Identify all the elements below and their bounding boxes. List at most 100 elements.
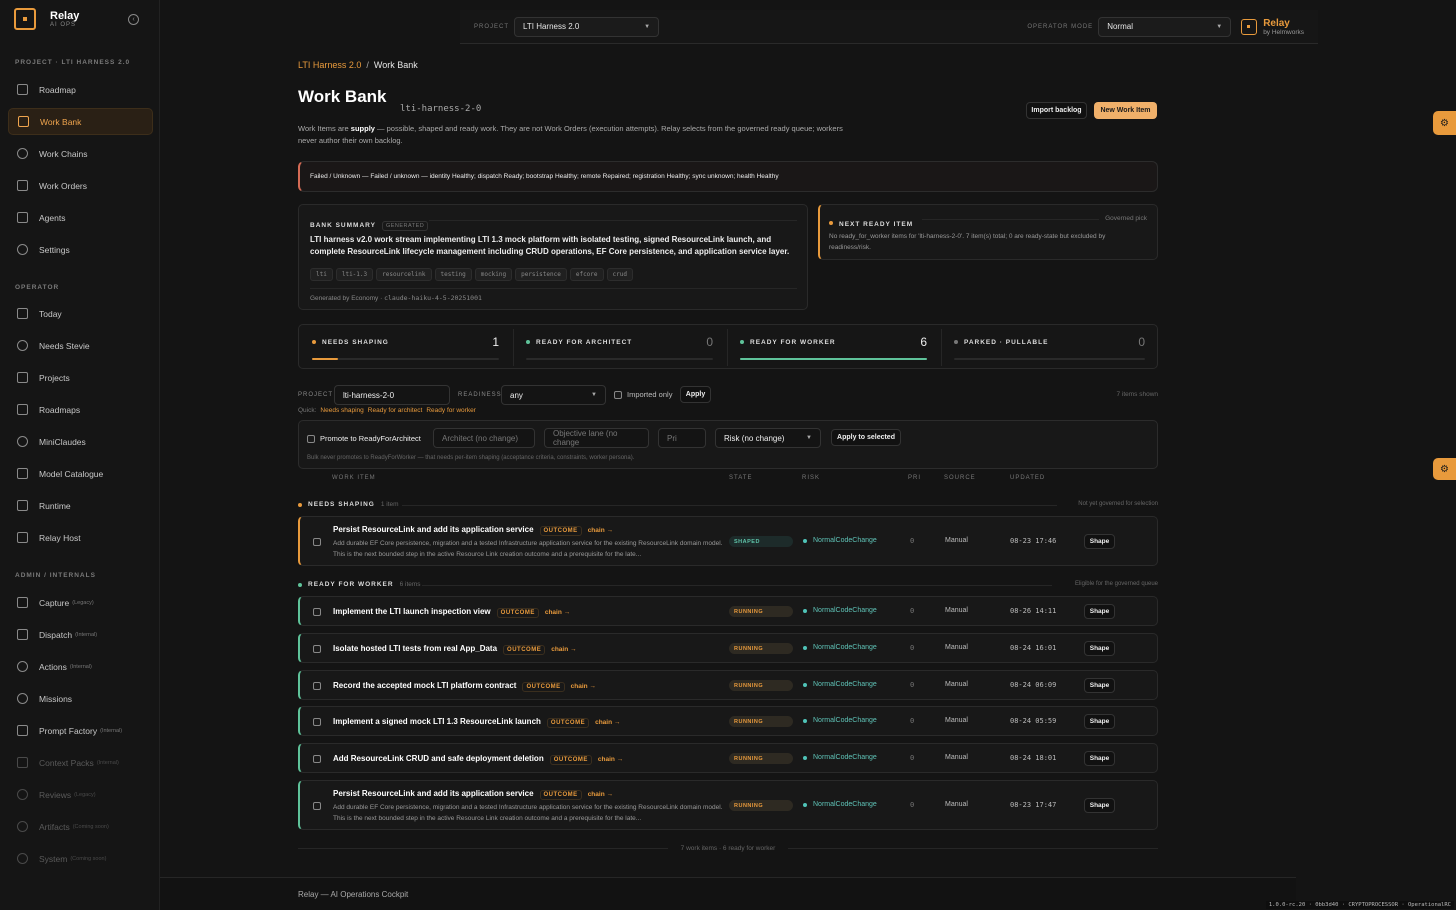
imported-only-checkbox[interactable]: Imported only bbox=[614, 390, 672, 399]
group-label: READY FOR WORKER bbox=[308, 581, 394, 588]
updated-value: 08-26 14:11 bbox=[1010, 607, 1057, 615]
new-work-item-button[interactable]: New Work Item bbox=[1094, 102, 1157, 119]
table-row[interactable]: Add ResourceLink CRUD and safe deploymen… bbox=[298, 743, 1158, 773]
sidebar-item-agents[interactable]: Agents bbox=[8, 204, 153, 231]
stat-needs-shaping[interactable]: NEEDS SHAPING 1 bbox=[299, 325, 513, 370]
filter-readiness-select[interactable]: any ▼ bbox=[501, 385, 606, 405]
sidebar-item-work-chains[interactable]: Work Chains bbox=[8, 140, 153, 167]
shape-button[interactable]: Shape bbox=[1084, 798, 1115, 813]
sidebar-collapse-icon[interactable]: ‹ bbox=[128, 14, 139, 25]
row-checkbox[interactable] bbox=[313, 755, 321, 763]
promote-checkbox[interactable]: Promote to ReadyForArchitect bbox=[307, 434, 421, 443]
sidebar-item-dispatch[interactable]: Dispatch (Internal) bbox=[8, 621, 153, 648]
settings-drawer-tab[interactable]: ⚙ bbox=[1433, 111, 1456, 135]
row-checkbox[interactable] bbox=[313, 718, 321, 726]
chain-link[interactable]: chain → bbox=[595, 719, 620, 726]
row-checkbox[interactable] bbox=[313, 682, 321, 690]
work-item-title[interactable]: Implement a signed mock LTI 1.3 Resource… bbox=[333, 717, 541, 726]
row-checkbox[interactable] bbox=[313, 538, 321, 546]
checkbox[interactable] bbox=[614, 390, 622, 399]
work-item-title[interactable]: Add ResourceLink CRUD and safe deploymen… bbox=[333, 754, 544, 763]
table-row[interactable]: Persist ResourceLink and add its applica… bbox=[298, 780, 1158, 830]
sidebar-item-needs-stevie[interactable]: Needs Stevie bbox=[8, 332, 153, 359]
secondary-drawer-tab[interactable]: ⚙ bbox=[1433, 458, 1456, 480]
column-header-updated: UPDATED bbox=[1010, 475, 1046, 481]
row-checkbox[interactable] bbox=[313, 645, 321, 653]
sidebar-item-prompt-factory[interactable]: Prompt Factory (Internal) bbox=[8, 717, 153, 744]
row-checkbox[interactable] bbox=[313, 802, 321, 810]
risk-select[interactable]: Risk (no change) ▼ bbox=[715, 428, 821, 448]
sidebar-item-model-catalogue[interactable]: Model Catalogue bbox=[8, 460, 153, 487]
shape-button[interactable]: Shape bbox=[1084, 641, 1115, 656]
checkbox[interactable] bbox=[307, 434, 315, 443]
sidebar-item-roadmaps[interactable]: Roadmaps bbox=[8, 396, 153, 423]
work-item-title[interactable]: Implement the LTI launch inspection view bbox=[333, 607, 491, 616]
sidebar-item-missions[interactable]: Missions bbox=[8, 685, 153, 712]
project-selector[interactable]: LTI Harness 2.0 ▼ bbox=[514, 16, 660, 37]
table-row[interactable]: Implement a signed mock LTI 1.3 Resource… bbox=[298, 706, 1158, 736]
row-checkbox[interactable] bbox=[313, 608, 321, 616]
chain-link[interactable]: chain → bbox=[551, 646, 576, 653]
stat-ready-for-architect[interactable]: READY FOR ARCHITECT 0 bbox=[513, 325, 727, 370]
sidebar-item-roadmap[interactable]: Roadmap bbox=[8, 76, 153, 103]
quick-filter-ready-for-worker[interactable]: Ready for worker bbox=[426, 407, 476, 414]
work-item-title[interactable]: Isolate hosted LTI tests from real App_D… bbox=[333, 644, 497, 653]
chain-link[interactable]: chain → bbox=[588, 527, 613, 534]
work-item-title[interactable]: Record the accepted mock LTI platform co… bbox=[333, 681, 516, 690]
operator-mode-selector[interactable]: Normal ▼ bbox=[1098, 16, 1232, 37]
sidebar-item-label: Dispatch bbox=[39, 629, 73, 640]
table-row[interactable]: Record the accepted mock LTI platform co… bbox=[298, 670, 1158, 700]
chain-link[interactable]: chain → bbox=[588, 791, 613, 798]
sidebar-item-label: MiniClaudes bbox=[39, 436, 86, 447]
risk-dot bbox=[803, 682, 807, 687]
import-backlog-button[interactable]: Import backlog bbox=[1026, 102, 1087, 119]
sidebar-item-work-bank[interactable]: Work Bank bbox=[8, 108, 153, 135]
filter-project-input[interactable]: lti-harness-2-0 bbox=[334, 385, 450, 405]
shape-button[interactable]: Shape bbox=[1084, 604, 1115, 619]
shape-button[interactable]: Shape bbox=[1084, 751, 1115, 766]
sidebar-item-actions[interactable]: Actions (Internal) bbox=[8, 653, 153, 680]
table-row[interactable]: Implement the LTI launch inspection view… bbox=[298, 596, 1158, 626]
clipboard-icon bbox=[17, 180, 28, 191]
outcome-badge: OUTCOME bbox=[546, 718, 590, 728]
sidebar-item-capture[interactable]: Capture (Legacy) bbox=[8, 589, 153, 616]
work-item-title[interactable]: Persist ResourceLink and add its applica… bbox=[333, 789, 534, 798]
topbar-brand[interactable]: Relay by Helmworks bbox=[1241, 18, 1304, 36]
chain-link[interactable]: chain → bbox=[571, 683, 596, 690]
sidebar-item-work-orders[interactable]: Work Orders bbox=[8, 172, 153, 199]
sidebar-item-tag: (Legacy) bbox=[72, 599, 94, 606]
priority-input[interactable]: Pri bbox=[658, 428, 706, 448]
apply-to-selected-button[interactable]: Apply to selected bbox=[831, 429, 901, 446]
sidebar-item-miniclaudes[interactable]: MiniClaudes bbox=[8, 428, 153, 455]
quick-filter-needs-shaping[interactable]: Needs shaping bbox=[320, 407, 363, 414]
objective-lane-input[interactable]: Objective lane (no change bbox=[544, 428, 649, 448]
items-shown-count: 7 items shown bbox=[1116, 391, 1158, 398]
stat-ready-for-worker[interactable]: READY FOR WORKER 6 bbox=[727, 325, 941, 370]
sidebar-item-relay-host[interactable]: Relay Host bbox=[8, 524, 153, 551]
breadcrumb-parent-link[interactable]: LTI Harness 2.0 bbox=[298, 60, 361, 70]
status-dot bbox=[829, 220, 833, 225]
shape-button[interactable]: Shape bbox=[1084, 534, 1115, 549]
health-alert-banner: Failed / Unknown — Failed / unknown — id… bbox=[298, 161, 1158, 192]
apply-filters-button[interactable]: Apply bbox=[680, 386, 711, 403]
stat-parked-pullable[interactable]: PARKED · PULLABLE 0 bbox=[941, 325, 1159, 370]
sidebar-item-runtime[interactable]: Runtime bbox=[8, 492, 153, 519]
quick-filter-ready-for-architect[interactable]: Ready for architect bbox=[368, 407, 423, 414]
sidebar-item-settings[interactable]: Settings bbox=[8, 236, 153, 263]
table-row[interactable]: Isolate hosted LTI tests from real App_D… bbox=[298, 633, 1158, 663]
shape-button[interactable]: Shape bbox=[1084, 714, 1115, 729]
chain-link[interactable]: chain → bbox=[545, 609, 570, 616]
sidebar-item-today[interactable]: Today bbox=[8, 300, 153, 327]
brand-logo[interactable]: Relay AI OPS bbox=[14, 8, 79, 30]
outcome-badge: OUTCOME bbox=[539, 790, 582, 800]
sidebar-item-projects[interactable]: Projects bbox=[8, 364, 153, 391]
architect-input[interactable]: Architect (no change) bbox=[433, 428, 535, 448]
column-header-work-item: WORK ITEM bbox=[332, 475, 376, 481]
table-row[interactable]: Persist ResourceLink and add its applica… bbox=[298, 516, 1158, 566]
work-item-title[interactable]: Persist ResourceLink and add its applica… bbox=[333, 525, 534, 534]
stat-label: NEEDS SHAPING bbox=[322, 339, 389, 346]
chain-link[interactable]: chain → bbox=[598, 756, 623, 763]
shape-button[interactable]: Shape bbox=[1084, 678, 1115, 693]
sidebar-section-project: PROJECT · LTI HARNESS 2.0 bbox=[15, 59, 131, 66]
gear-icon: ⚙ bbox=[1440, 117, 1449, 129]
